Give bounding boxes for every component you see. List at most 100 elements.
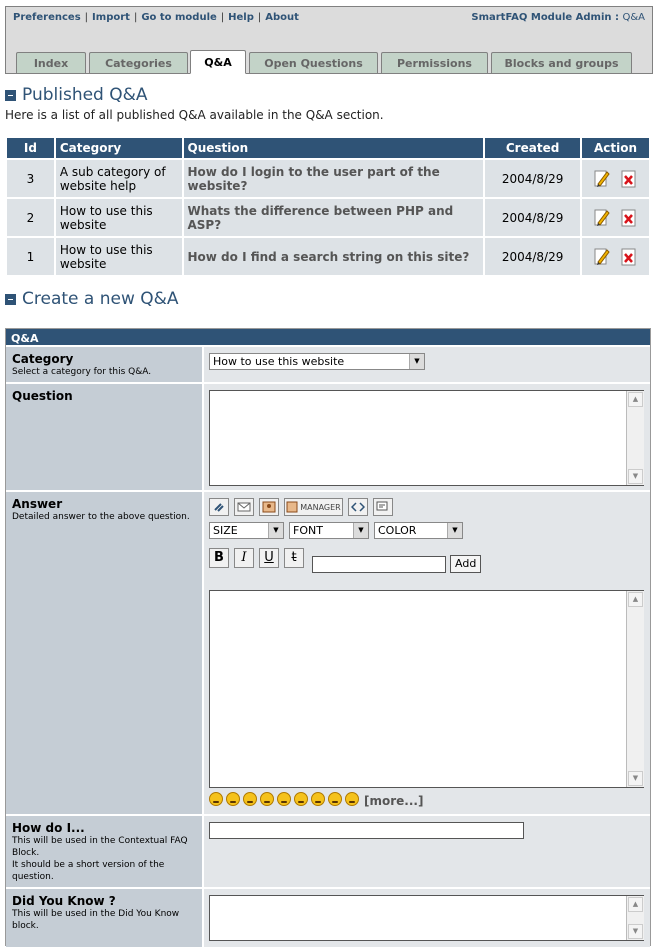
row-question-link[interactable]: How do I find a search string on this si… — [181, 236, 486, 277]
font-select[interactable]: FONT ▼ — [289, 522, 369, 539]
italic-button[interactable]: I — [234, 548, 254, 568]
chevron-down-icon: ▼ — [409, 354, 424, 369]
edit-icon[interactable] — [593, 208, 611, 228]
row-id: 3 — [5, 158, 56, 199]
scrollbar[interactable]: ▲ ▼ — [626, 591, 644, 787]
quote-icon[interactable] — [373, 498, 393, 516]
category-label-cell: Category Select a category for this Q&A. — [6, 347, 204, 382]
answer-row: Answer Detailed answer to the above ques… — [6, 492, 650, 816]
form-header: Q&A — [6, 329, 650, 347]
underline-button[interactable]: U — [259, 548, 279, 568]
create-section-title: Create a new Q&A — [5, 289, 179, 309]
go-to-module-link[interactable]: Go to module — [141, 12, 216, 23]
row-created: 2004/8/29 — [483, 158, 583, 199]
code-icon[interactable] — [348, 498, 368, 516]
admin-header: Preferences | Import | Go to module | Help | Abo… — [5, 6, 653, 74]
edit-icon[interactable] — [593, 169, 611, 189]
more-smilies-link[interactable]: [more...] — [364, 794, 423, 808]
import-link[interactable]: Import — [92, 12, 130, 23]
smiley-icon[interactable] — [311, 792, 325, 806]
scroll-up-icon[interactable]: ▲ — [628, 392, 643, 407]
published-intro: Here is a list of all published Q&A avai… — [5, 108, 384, 122]
smiley-icon[interactable] — [243, 792, 257, 806]
link-icon[interactable] — [209, 498, 229, 516]
published-section-title: Published Q&A — [5, 85, 148, 105]
strikethrough-button[interactable]: t — [284, 548, 304, 568]
smiley-icon[interactable] — [328, 792, 342, 806]
image-icon[interactable] — [259, 498, 279, 516]
how-do-i-input[interactable] — [209, 822, 524, 839]
preferences-link[interactable]: Preferences — [13, 12, 81, 23]
tab-blocks-and-groups[interactable]: Blocks and groups — [491, 52, 632, 74]
did-you-know-desc: This will be used in the Did You Know bl… — [12, 909, 180, 931]
answer-textarea[interactable]: ▲ ▼ — [209, 590, 644, 788]
scroll-up-icon[interactable]: ▲ — [628, 897, 643, 912]
smiley-icon[interactable] — [226, 792, 240, 806]
about-link[interactable]: About — [265, 12, 299, 23]
scroll-down-icon[interactable]: ▼ — [628, 469, 643, 484]
column-header-id: Id — [5, 136, 56, 160]
delete-icon[interactable] — [620, 208, 638, 228]
collapse-icon[interactable] — [5, 293, 16, 305]
column-header-question: Question — [181, 136, 486, 160]
tab-open-questions[interactable]: Open Questions — [249, 52, 378, 74]
table-row: 2 How to use this website Whats the diff… — [5, 197, 651, 238]
tab-permissions[interactable]: Permissions — [381, 52, 488, 74]
row-created: 2004/8/29 — [483, 197, 583, 238]
table-row: 1 How to use this website How do I find … — [5, 236, 651, 277]
delete-icon[interactable] — [620, 247, 638, 267]
category-row: Category Select a category for this Q&A.… — [6, 347, 650, 384]
did-you-know-row: Did You Know ? This will be used in the … — [6, 889, 650, 947]
category-label: Category — [12, 352, 74, 366]
how-do-i-row: How do I... This will be used in the Con… — [6, 816, 650, 889]
size-select[interactable]: SIZE ▼ — [209, 522, 284, 539]
did-you-know-label: Did You Know ? — [12, 894, 116, 908]
scrollbar[interactable]: ▲ ▼ — [626, 391, 644, 485]
image-manager-button[interactable]: MANAGER — [284, 498, 343, 516]
qa-form: Q&A Category Select a category for this … — [5, 328, 651, 947]
color-select[interactable]: COLOR ▼ — [374, 522, 463, 539]
scrollbar[interactable]: ▲ ▼ — [626, 896, 644, 940]
smiley-icon[interactable] — [294, 792, 308, 806]
row-actions — [580, 197, 651, 238]
row-actions — [580, 236, 651, 277]
scroll-down-icon[interactable]: ▼ — [628, 924, 643, 939]
smiley-icon[interactable] — [260, 792, 274, 806]
add-button[interactable]: Add — [450, 555, 482, 573]
tab-qa[interactable]: Q&A — [190, 50, 246, 74]
collapse-icon[interactable] — [5, 89, 16, 101]
admin-links: Preferences | Import | Go to module | Help | Abo… — [13, 12, 299, 23]
answer-label: Answer — [12, 497, 63, 511]
scroll-up-icon[interactable]: ▲ — [628, 592, 643, 607]
row-question-link[interactable]: Whats the difference between PHP and ASP… — [181, 197, 486, 238]
help-link[interactable]: Help — [228, 12, 254, 23]
column-header-action: Action — [580, 136, 651, 160]
row-category: A sub category of website help — [53, 158, 184, 199]
edit-icon[interactable] — [593, 247, 611, 267]
tab-index[interactable]: Index — [16, 52, 86, 74]
category-select[interactable]: How to use this website ▼ — [209, 353, 425, 370]
did-you-know-textarea[interactable]: ▲ ▼ — [209, 895, 644, 941]
bold-button[interactable]: B — [209, 548, 229, 568]
row-category: How to use this website — [53, 197, 184, 238]
column-header-created: Created — [483, 136, 583, 160]
email-icon[interactable] — [234, 498, 254, 516]
smiley-icon[interactable] — [209, 792, 223, 806]
smiley-icon[interactable] — [345, 792, 359, 806]
question-label: Question — [12, 389, 73, 403]
insert-text-input[interactable] — [312, 556, 446, 573]
chevron-down-icon: ▼ — [268, 523, 283, 538]
row-id: 1 — [5, 236, 56, 277]
chevron-down-icon: ▼ — [447, 523, 462, 538]
table-row: 3 A sub category of website help How do … — [5, 158, 651, 199]
scroll-down-icon[interactable]: ▼ — [628, 771, 643, 786]
tab-categories[interactable]: Categories — [89, 52, 188, 74]
module-admin-title: SmartFAQ Module Admin : Q&A — [471, 12, 645, 23]
row-question-link[interactable]: How do I login to the user part of the w… — [181, 158, 486, 199]
delete-icon[interactable] — [620, 169, 638, 189]
smiley-icon[interactable] — [277, 792, 291, 806]
question-textarea[interactable]: ▲ ▼ — [209, 390, 644, 486]
how-do-i-desc-2: It should be a short version of the ques… — [12, 860, 165, 882]
row-category: How to use this website — [53, 236, 184, 277]
question-row: Question ▲ ▼ — [6, 384, 650, 492]
